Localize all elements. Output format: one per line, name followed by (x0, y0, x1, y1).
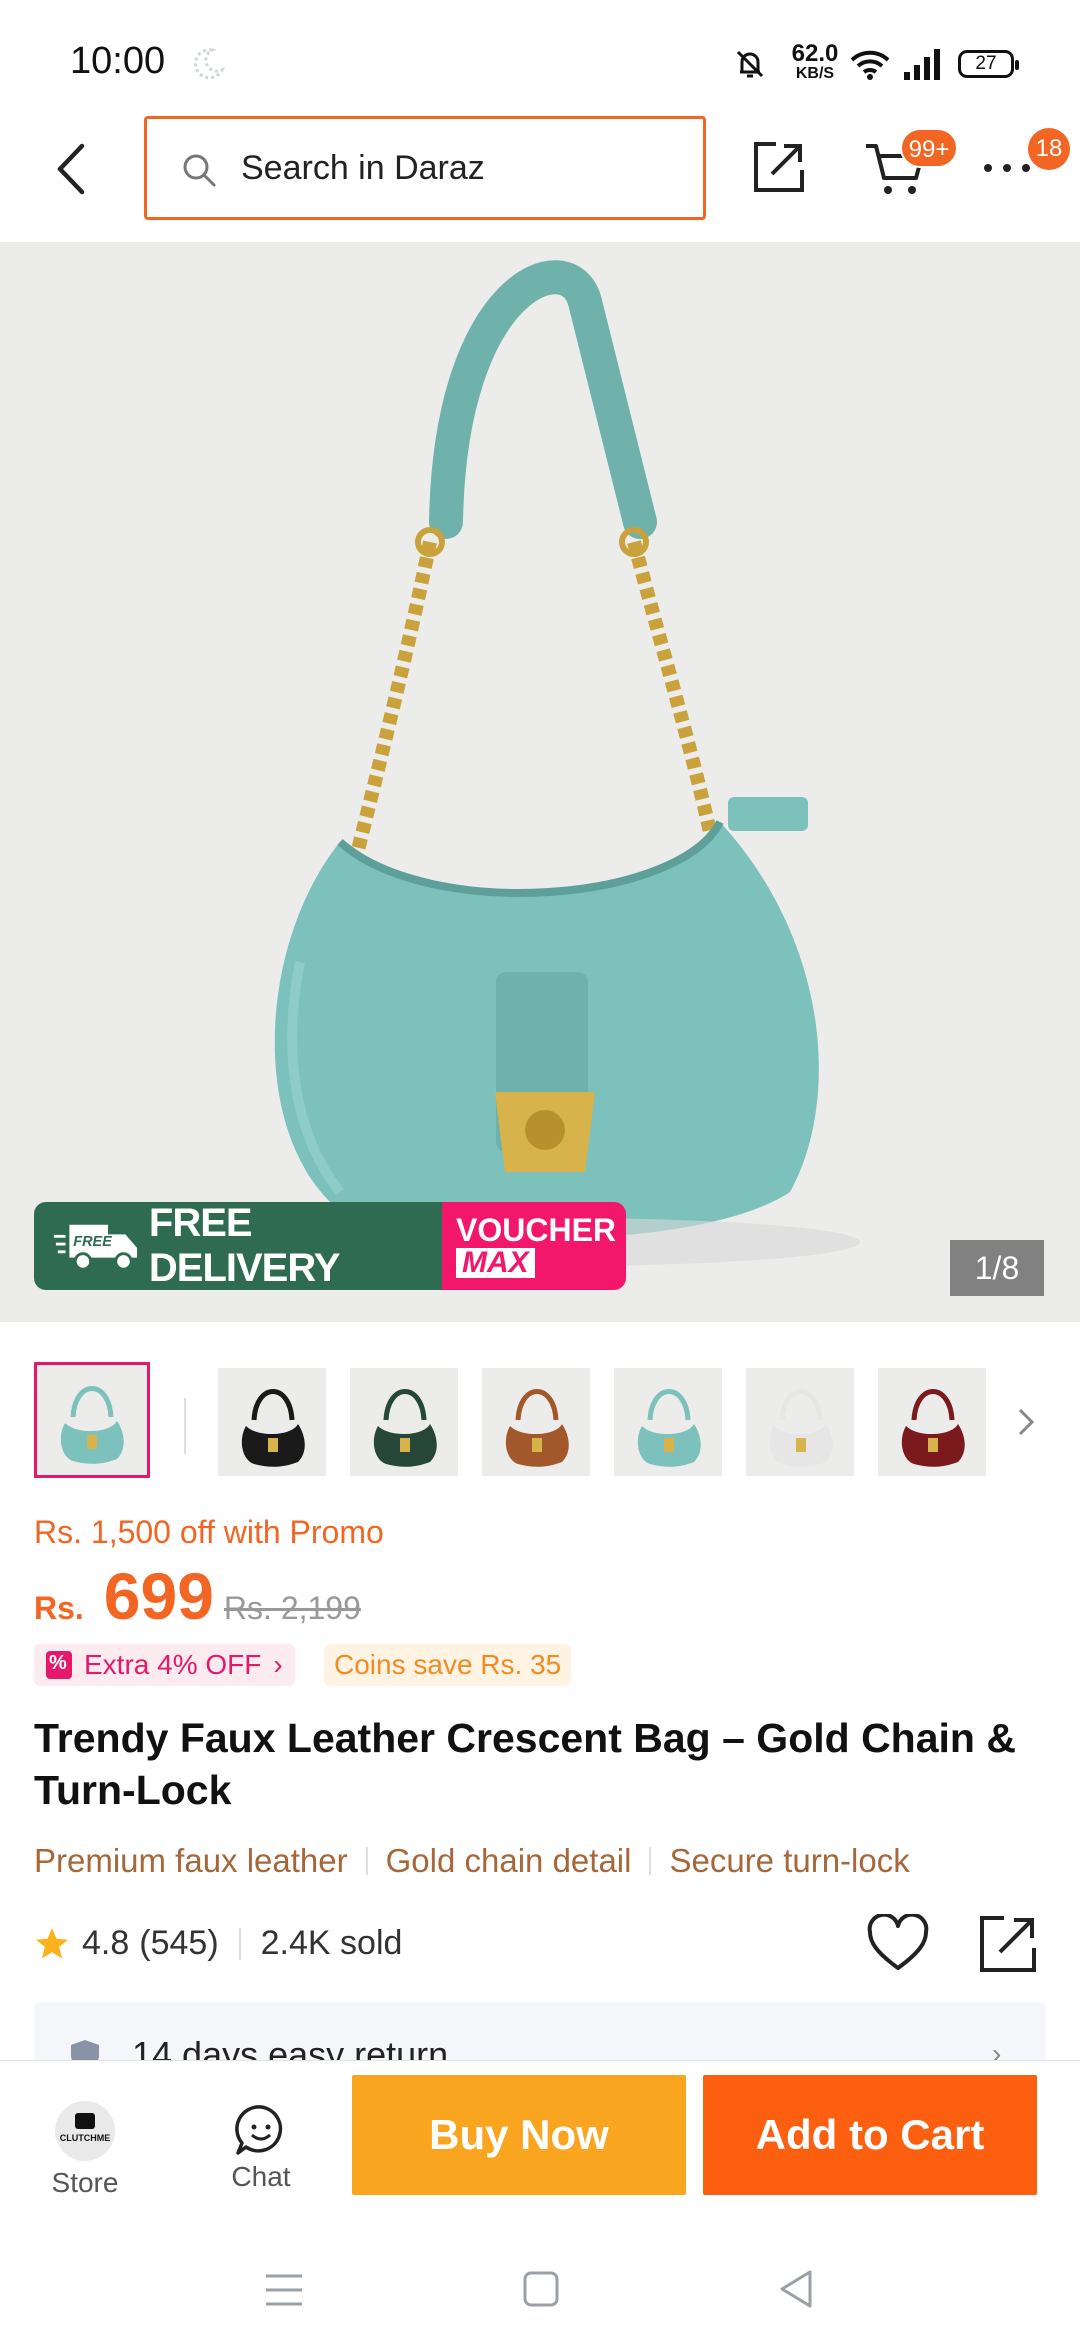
store-logo-text: CLUTCHME (59, 2133, 111, 2143)
image-counter: 1/8 (950, 1240, 1044, 1296)
thumbnail-image (373, 1389, 437, 1467)
feature-item: Gold chain detail (385, 1842, 632, 1879)
extra-off-label: Extra 4% OFF (84, 1649, 262, 1680)
recent-apps-icon[interactable] (264, 2272, 304, 2308)
thumbnail-image (769, 1389, 833, 1467)
price-value: 699 (103, 1559, 214, 1633)
signal-icon (904, 49, 940, 80)
status-bar: 10:00 62.0 KB/S 27 (0, 0, 1080, 120)
free-delivery-text: FREE DELIVERY (148, 1202, 341, 1290)
store-label: Store (51, 2167, 119, 2198)
thumbnail-5[interactable] (614, 1368, 722, 1476)
search-input[interactable]: Search in Daraz (144, 116, 706, 220)
status-time: 10:00 (70, 40, 166, 82)
notification-badge: 18 (1028, 128, 1070, 170)
heart-icon[interactable] (866, 1914, 930, 1974)
chat-label: Chat (231, 2161, 291, 2192)
network-speed-unit: KB/S (795, 65, 835, 82)
rating-value: 4.8 (82, 1924, 130, 1962)
truck-free-label: FREE (73, 1234, 113, 1250)
chevron-right-icon[interactable] (1014, 1406, 1038, 1438)
home-icon[interactable] (522, 2270, 560, 2308)
thumbnail-image (60, 1386, 124, 1464)
feature-list: Premium faux leather Gold chain detail S… (34, 1842, 1080, 1880)
feature-item: Secure turn-lock (669, 1842, 910, 1879)
store-logo: CLUTCHME (55, 2101, 115, 2161)
add-to-cart-button[interactable]: Add to Cart (703, 2075, 1037, 2195)
store-button[interactable]: CLUTCHME Store (30, 2101, 140, 2201)
network-speed: 62.0 KB/S (780, 42, 850, 82)
star-icon (36, 1927, 68, 1958)
search-placeholder: Search in Daraz (241, 149, 485, 187)
feature-divider (365, 1847, 368, 1875)
coins-save-tag: Coins save Rs. 35 (324, 1644, 572, 1686)
thumbnail-6[interactable] (746, 1368, 854, 1476)
thumbnail-image (901, 1389, 965, 1467)
thumbnail-1[interactable] (34, 1362, 150, 1478)
network-speed-value: 62.0 (791, 40, 839, 67)
price-row: Rs. 699 Rs. 2,199 (34, 1558, 361, 1634)
chat-button[interactable]: Chat (206, 2103, 316, 2203)
product-image (260, 260, 860, 1266)
thumbnail-image (241, 1389, 305, 1467)
bell-off-icon (736, 50, 764, 78)
promo-banner: FREE FREE DELIVERY VOUCHER MAX (34, 1202, 626, 1290)
share-icon[interactable] (750, 138, 808, 196)
more-options-icon[interactable] (982, 160, 1032, 176)
sold-count: 2.4K sold (260, 1924, 403, 1962)
thumbnail-3[interactable] (350, 1368, 458, 1476)
review-count: (545) (139, 1924, 219, 1962)
cart-count-badge: 99+ (900, 128, 958, 168)
rating-divider (238, 1927, 241, 1960)
share-icon[interactable] (976, 1912, 1040, 1976)
chat-icon (235, 2105, 283, 2155)
back-triangle-icon[interactable] (776, 2268, 816, 2310)
thumbnail-image (505, 1389, 569, 1467)
extra-off-tag[interactable]: Extra 4% OFF › (34, 1644, 295, 1686)
product-image-gallery[interactable]: FREE FREE DELIVERY VOUCHER MAX 1/8 (0, 242, 1080, 1322)
voucher-max-badge: VOUCHER MAX (442, 1202, 626, 1290)
search-icon (183, 154, 216, 187)
feature-divider (649, 1847, 652, 1875)
voucher-text: VOUCHER (456, 1212, 617, 1248)
store-bag-icon (75, 2113, 95, 2129)
promo-discount-text: Rs. 1,500 off with Promo (34, 1514, 384, 1550)
thumbnail-image (637, 1389, 701, 1467)
thumbnail-2[interactable] (218, 1368, 326, 1476)
buy-now-button[interactable]: Buy Now (352, 2075, 686, 2195)
feature-item: Premium faux leather (34, 1842, 348, 1879)
thumbnail-4[interactable] (482, 1368, 590, 1476)
product-title: Trendy Faux Leather Crescent Bag – Gold … (34, 1715, 1016, 1813)
truck-icon: FREE (53, 1224, 138, 1271)
thumbnail-7[interactable] (878, 1368, 986, 1476)
free-delivery-badge: FREE FREE DELIVERY (34, 1202, 442, 1290)
thumbnail-divider (184, 1398, 186, 1454)
price-currency: Rs. (34, 1590, 84, 1626)
discount-icon (46, 1651, 72, 1679)
return-policy-row[interactable]: 14 days easy return › (34, 2002, 1046, 2064)
battery-indicator: 27 (958, 50, 1019, 78)
moon-icon (193, 48, 226, 80)
original-price: Rs. 2,199 (223, 1590, 361, 1626)
system-nav-bar (0, 2220, 1080, 2340)
back-arrow-icon[interactable] (48, 138, 96, 200)
bottom-action-bar: CLUTCHME Store Chat Buy Now Add to Cart (0, 2060, 1080, 2220)
chevron-right-icon: › (273, 1649, 283, 1680)
thumbnail-strip (0, 1362, 1080, 1480)
rating-row[interactable]: 4.8 (545) 2.4K sold (34, 1924, 402, 1963)
wifi-icon (850, 50, 890, 80)
voucher-max-text: MAX (456, 1248, 535, 1278)
